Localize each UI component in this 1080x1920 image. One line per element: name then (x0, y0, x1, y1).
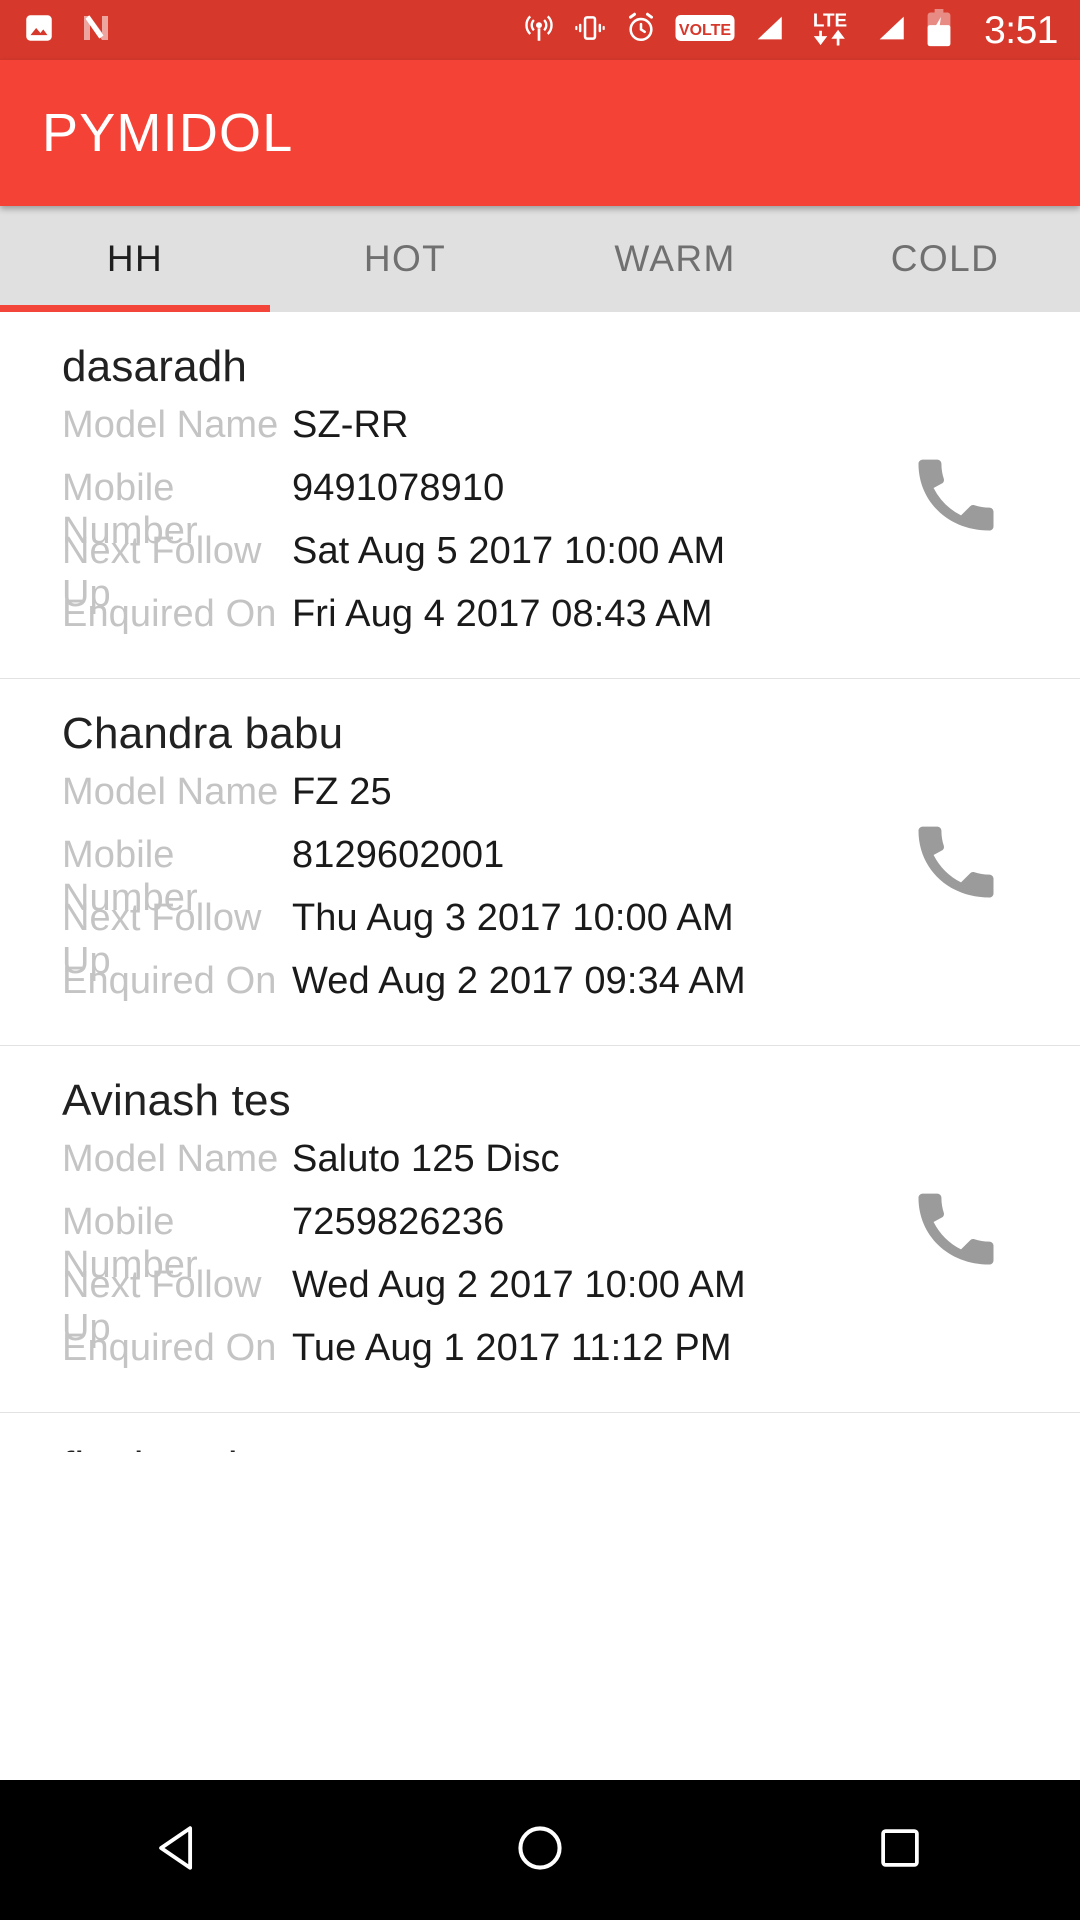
field-label: Model Name (62, 771, 279, 813)
tab-hh[interactable]: HH (0, 206, 270, 312)
table-row[interactable]: dasaradh Model Name SZ-RR Mobile Number … (0, 312, 1080, 679)
table-row[interactable]: final testing Model Name Alpha Disc Mobi… (0, 1413, 1080, 1452)
photo-icon (22, 11, 56, 50)
lte-data-icon: LTE (803, 9, 857, 52)
tab-hh-label: HH (106, 238, 164, 279)
call-button[interactable] (904, 443, 1008, 547)
tab-warm-label: WARM (614, 238, 736, 279)
lead-name: Avinash tes (62, 1076, 291, 1125)
svg-text:LTE: LTE (813, 10, 847, 31)
android-navigation-bar (0, 1780, 1080, 1920)
app-screen: VOLTE LTE 3:51 PYMIDOL HH HOT WARM COLD … (0, 0, 1080, 1920)
home-button[interactable] (450, 1780, 630, 1920)
tab-bar[interactable]: HH HOT WARM COLD (0, 206, 1080, 312)
svg-text:VOLTE: VOLTE (679, 22, 731, 39)
tab-hot[interactable]: HOT (270, 206, 540, 312)
status-bar-system-icons: VOLTE LTE 3:51 (522, 8, 1058, 52)
tab-hot-label: HOT (363, 238, 447, 279)
field-label: Enquired On (62, 593, 277, 635)
alarm-icon (624, 11, 658, 50)
table-row[interactable]: Avinash tes Model Name Saluto 125 Disc M… (0, 1046, 1080, 1413)
field-label: Enquired On (62, 960, 277, 1002)
field-value: 9491078910 (292, 467, 505, 509)
field-enquired-on: Enquired On Fri Aug 4 2017 08:43 AM (62, 593, 1080, 656)
call-button[interactable] (904, 810, 1008, 914)
phone-icon (906, 1177, 1006, 1282)
field-value: Thu Aug 3 2017 10:00 AM (292, 897, 734, 939)
hotspot-icon (522, 11, 556, 50)
field-enquired-on: Enquired On Tue Aug 1 2017 11:12 PM (62, 1327, 1080, 1390)
field-value: Wed Aug 2 2017 10:00 AM (292, 1264, 746, 1306)
field-value: Sat Aug 5 2017 10:00 AM (292, 530, 726, 572)
status-bar-clock: 3:51 (984, 8, 1058, 52)
vibrate-icon (573, 11, 607, 50)
call-button[interactable] (904, 1177, 1008, 1281)
app-title: PYMIDOL (42, 103, 294, 163)
recents-button[interactable] (810, 1780, 990, 1920)
volte-icon: VOLTE (675, 11, 735, 50)
tab-cold[interactable]: COLD (810, 206, 1080, 312)
home-circle-icon (513, 1821, 567, 1880)
back-button[interactable] (90, 1780, 270, 1920)
field-value: Tue Aug 1 2017 11:12 PM (292, 1327, 732, 1369)
field-value: SZ-RR (292, 404, 409, 446)
recents-square-icon (875, 1823, 925, 1878)
lead-name: dasaradh (62, 342, 248, 391)
field-value: 7259826236 (292, 1201, 505, 1243)
field-value: Fri Aug 4 2017 08:43 AM (292, 593, 713, 635)
field-label: Enquired On (62, 1327, 277, 1369)
battery-charging-icon (925, 8, 953, 52)
field-label: Model Name (62, 404, 279, 446)
app-bar: PYMIDOL (0, 60, 1080, 206)
field-value: Saluto 125 Disc (292, 1138, 560, 1180)
back-triangle-icon (153, 1821, 207, 1880)
lead-list[interactable]: dasaradh Model Name SZ-RR Mobile Number … (0, 312, 1080, 1452)
status-bar: VOLTE LTE 3:51 (0, 0, 1080, 60)
lead-name: final testing (0, 1435, 1080, 1452)
field-value: 8129602001 (292, 834, 505, 876)
lead-name: Chandra babu (62, 709, 344, 758)
field-enquired-on: Enquired On Wed Aug 2 2017 09:34 AM (62, 960, 1080, 1023)
phone-icon (906, 810, 1006, 915)
tab-cold-label: COLD (890, 238, 1000, 279)
field-value: FZ 25 (292, 771, 392, 813)
phone-icon (906, 443, 1006, 548)
field-label: Model Name (62, 1138, 279, 1180)
table-row[interactable]: Chandra babu Model Name FZ 25 Mobile Num… (0, 679, 1080, 1046)
field-value: Wed Aug 2 2017 09:34 AM (292, 960, 746, 1002)
tab-warm[interactable]: WARM (540, 206, 810, 312)
status-bar-notification-icons (22, 10, 114, 51)
signal-sim2-icon (874, 11, 908, 50)
signal-sim1-icon (752, 11, 786, 50)
android-nougat-icon (78, 10, 114, 51)
